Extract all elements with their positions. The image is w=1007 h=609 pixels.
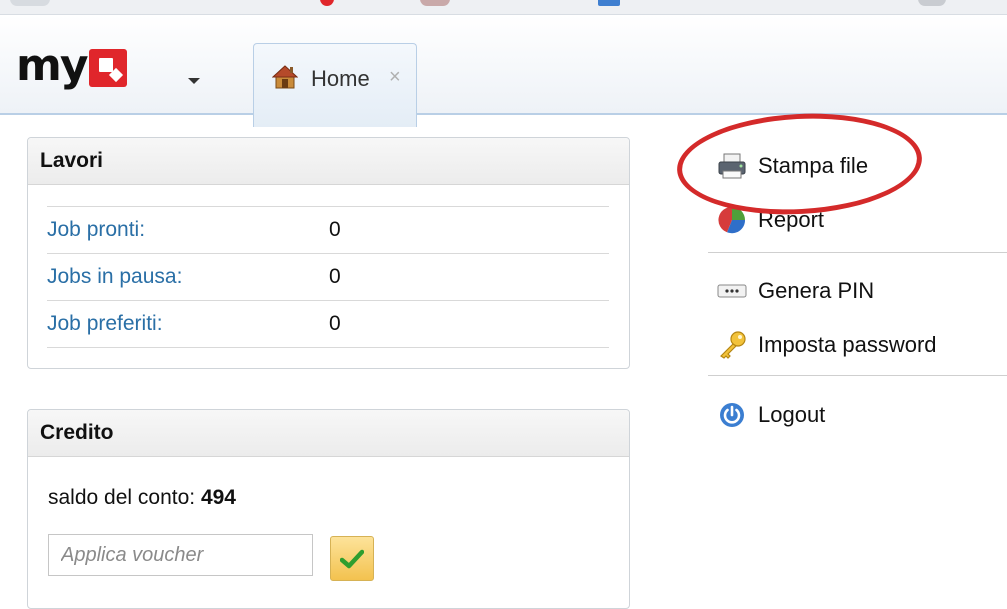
pin-card-icon <box>716 275 748 307</box>
chevron-down-icon[interactable] <box>188 78 200 84</box>
myq-logo[interactable]: my <box>16 41 127 91</box>
tab-home[interactable]: Home × <box>253 43 417 127</box>
jobs-in-pausa-link[interactable]: Jobs in pausa: <box>47 265 182 289</box>
credito-panel: Credito saldo del conto: 494 <box>27 409 630 609</box>
menu-divider <box>708 375 1007 376</box>
balance-value: 494 <box>200 486 236 509</box>
close-icon[interactable]: × <box>389 66 401 89</box>
logo-q-icon <box>88 49 127 87</box>
app-header: my Home × <box>0 15 1007 127</box>
table-row: Job pronti: 0 <box>47 206 609 253</box>
job-pronti-value: 0 <box>329 218 341 241</box>
apply-voucher-button[interactable] <box>330 536 374 581</box>
jobs-in-pausa-value: 0 <box>329 265 341 288</box>
tab-home-label: Home <box>311 66 370 91</box>
menu-item-imposta-password[interactable]: Imposta password <box>716 325 937 365</box>
house-icon <box>272 65 298 89</box>
account-balance: saldo del conto: 494 <box>48 486 236 510</box>
menu-item-label: Imposta password <box>758 332 937 357</box>
job-preferiti-value: 0 <box>329 312 341 335</box>
key-icon <box>716 329 748 361</box>
jobs-table: Job pronti: 0 Jobs in pausa: 0 Job prefe… <box>47 206 609 348</box>
table-row: Job preferiti: 0 <box>47 300 609 348</box>
voucher-input[interactable] <box>48 534 313 576</box>
job-preferiti-link[interactable]: Job preferiti: <box>47 312 163 336</box>
job-pronti-link[interactable]: Job pronti: <box>47 218 145 242</box>
menu-item-genera-pin[interactable]: Genera PIN <box>716 271 874 311</box>
menu-item-label: Report <box>758 207 825 232</box>
menu-item-logout[interactable]: Logout <box>716 395 825 435</box>
table-row: Jobs in pausa: 0 <box>47 253 609 300</box>
printer-icon <box>716 150 748 182</box>
pie-chart-icon <box>716 204 748 236</box>
lavori-title: Lavori <box>28 138 629 185</box>
menu-item-report[interactable]: Report <box>716 200 824 240</box>
menu-item-label: Genera PIN <box>758 278 875 303</box>
menu-item-label: Logout <box>758 402 826 427</box>
menu-divider <box>708 252 1007 253</box>
browser-bookmarks-strip <box>0 0 1007 15</box>
checkmark-icon <box>340 549 364 568</box>
menu-item-label: Stampa file <box>758 153 869 178</box>
power-icon <box>716 399 748 431</box>
credito-title: Credito <box>28 410 629 457</box>
menu-item-stampa-file[interactable]: Stampa file <box>716 146 868 186</box>
lavori-panel: Lavori Job pronti: 0 Jobs in pausa: 0 Jo… <box>27 137 630 369</box>
balance-label: saldo del conto: <box>48 486 196 509</box>
